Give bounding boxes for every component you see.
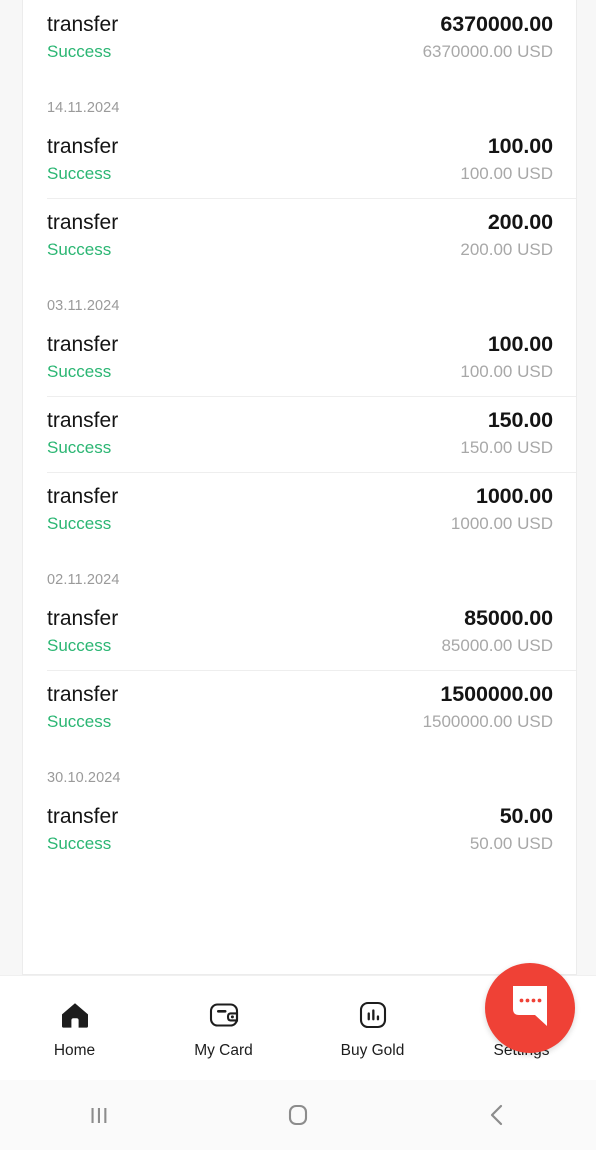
back-chevron-icon	[484, 1101, 510, 1129]
chat-support-button[interactable]	[485, 963, 575, 1053]
transaction-info: transfer Success	[47, 407, 118, 460]
transaction-title: transfer	[47, 683, 119, 706]
transaction-currency-amount: 85000.00 USD	[441, 636, 553, 655]
transaction-info: transfer Success	[47, 331, 118, 384]
transaction-amounts: 100.00 100.00 USD	[460, 331, 553, 384]
transaction-title: transfer	[47, 333, 119, 356]
transaction-amount: 85000.00	[464, 606, 553, 630]
transaction-status: Success	[47, 362, 112, 381]
transaction-currency-amount: 150.00 USD	[460, 438, 553, 457]
transaction-row[interactable]: transfer Success 100.00 100.00 USD	[23, 320, 576, 396]
transaction-row[interactable]: transfer Success 50.00 50.00 USD	[23, 792, 576, 868]
transaction-date-header: 02.11.2024	[47, 572, 120, 588]
transaction-row[interactable]: transfer Success 200.00 200.00 USD	[23, 198, 576, 274]
transaction-row[interactable]: transfer Success 1500000.00 1500000.00 USD	[23, 670, 576, 746]
transaction-amounts: 1000.00 1000.00 USD	[451, 483, 553, 536]
transaction-currency-amount: 1000.00 USD	[450, 514, 553, 533]
transaction-amounts: 50.00 50.00 USD	[470, 803, 553, 856]
transaction-title: transfer	[47, 805, 119, 828]
transaction-row[interactable]: transfer Success 85000.00 85000.00 USD	[23, 594, 576, 670]
bar-chart-icon	[356, 998, 390, 1032]
transaction-title: transfer	[47, 13, 119, 36]
transaction-amount: 100.00	[487, 134, 553, 158]
transaction-list-card: transfer Success 6370000.00 6370000.00 USD 1…	[22, 0, 577, 975]
transaction-info: transfer Success	[47, 681, 118, 734]
tab-my-card[interactable]: My Card	[149, 976, 298, 1081]
transaction-title: transfer	[47, 485, 119, 508]
transaction-currency-amount: 50.00 USD	[469, 834, 553, 853]
transaction-info: transfer Success	[47, 605, 118, 658]
home-icon	[58, 998, 92, 1032]
transaction-status: Success	[47, 636, 112, 655]
transaction-title: transfer	[47, 409, 119, 432]
transaction-amount: 6370000.00	[440, 12, 553, 36]
transaction-status: Success	[47, 514, 112, 533]
transaction-status: Success	[47, 438, 112, 457]
transaction-amounts: 1500000.00 1500000.00 USD	[422, 681, 554, 734]
tab-home-label: Home	[53, 1042, 96, 1059]
transaction-title: transfer	[47, 211, 119, 234]
transaction-date-header: 03.11.2024	[47, 298, 120, 314]
transaction-title: transfer	[47, 135, 119, 158]
transaction-info: transfer Success	[47, 209, 118, 262]
transaction-amount: 100.00	[487, 332, 553, 356]
transaction-date-header: 30.10.2024	[47, 770, 121, 786]
transaction-currency-amount: 200.00 USD	[460, 240, 553, 259]
transaction-row[interactable]: transfer Success 1000.00 1000.00 USD	[23, 472, 576, 548]
transaction-info: transfer Success	[47, 803, 118, 856]
recent-apps-button[interactable]	[0, 1080, 199, 1150]
transaction-currency-amount: 100.00 USD	[460, 164, 553, 183]
transaction-amounts: 6370000.00 6370000.00 USD	[422, 11, 554, 64]
transaction-row[interactable]: transfer Success 6370000.00 6370000.00 USD	[23, 0, 576, 76]
transaction-row[interactable]: transfer Success 100.00 100.00 USD	[23, 122, 576, 198]
transaction-title: transfer	[47, 607, 119, 630]
transaction-status: Success	[47, 240, 112, 259]
tab-buy-gold[interactable]: Buy Gold	[298, 976, 447, 1081]
transaction-status: Success	[47, 164, 112, 183]
transaction-amounts: 200.00 200.00 USD	[460, 209, 553, 262]
transaction-row[interactable]: transfer Success 150.00 150.00 USD	[23, 396, 576, 472]
transaction-amount: 200.00	[487, 210, 553, 234]
transaction-info: transfer Success	[47, 133, 118, 186]
recent-apps-icon	[86, 1102, 112, 1128]
transaction-amounts: 150.00 150.00 USD	[460, 407, 553, 460]
transaction-info: transfer Success	[47, 11, 118, 64]
transaction-amount: 50.00	[499, 804, 553, 828]
home-square-icon	[284, 1101, 312, 1129]
transaction-status: Success	[47, 834, 112, 853]
transaction-amount: 1500000.00	[440, 682, 553, 706]
android-system-nav	[0, 1080, 596, 1150]
home-button[interactable]	[199, 1080, 398, 1150]
card-icon	[207, 998, 241, 1032]
transaction-currency-amount: 100.00 USD	[460, 362, 553, 381]
chat-bubble-icon	[507, 982, 553, 1035]
transaction-currency-amount: 1500000.00 USD	[422, 712, 553, 731]
tab-home[interactable]: Home	[0, 976, 149, 1081]
transaction-amount: 150.00	[487, 408, 553, 432]
tab-my-card-label: My Card	[194, 1042, 253, 1059]
transaction-info: transfer Success	[47, 483, 118, 536]
back-button[interactable]	[397, 1080, 596, 1150]
transaction-amount: 1000.00	[475, 484, 553, 508]
transaction-currency-amount: 6370000.00 USD	[422, 42, 553, 61]
transaction-status: Success	[47, 42, 112, 61]
transaction-status: Success	[47, 712, 112, 731]
transaction-list[interactable]: transfer Success 6370000.00 6370000.00 USD 1…	[23, 0, 576, 868]
transaction-amounts: 100.00 100.00 USD	[460, 133, 553, 186]
app-screen: transfer Success 6370000.00 6370000.00 USD 1…	[0, 0, 596, 1150]
transaction-amounts: 85000.00 85000.00 USD	[441, 605, 553, 658]
transaction-date-header: 14.11.2024	[47, 100, 120, 116]
tab-buy-gold-label: Buy Gold	[340, 1042, 405, 1059]
